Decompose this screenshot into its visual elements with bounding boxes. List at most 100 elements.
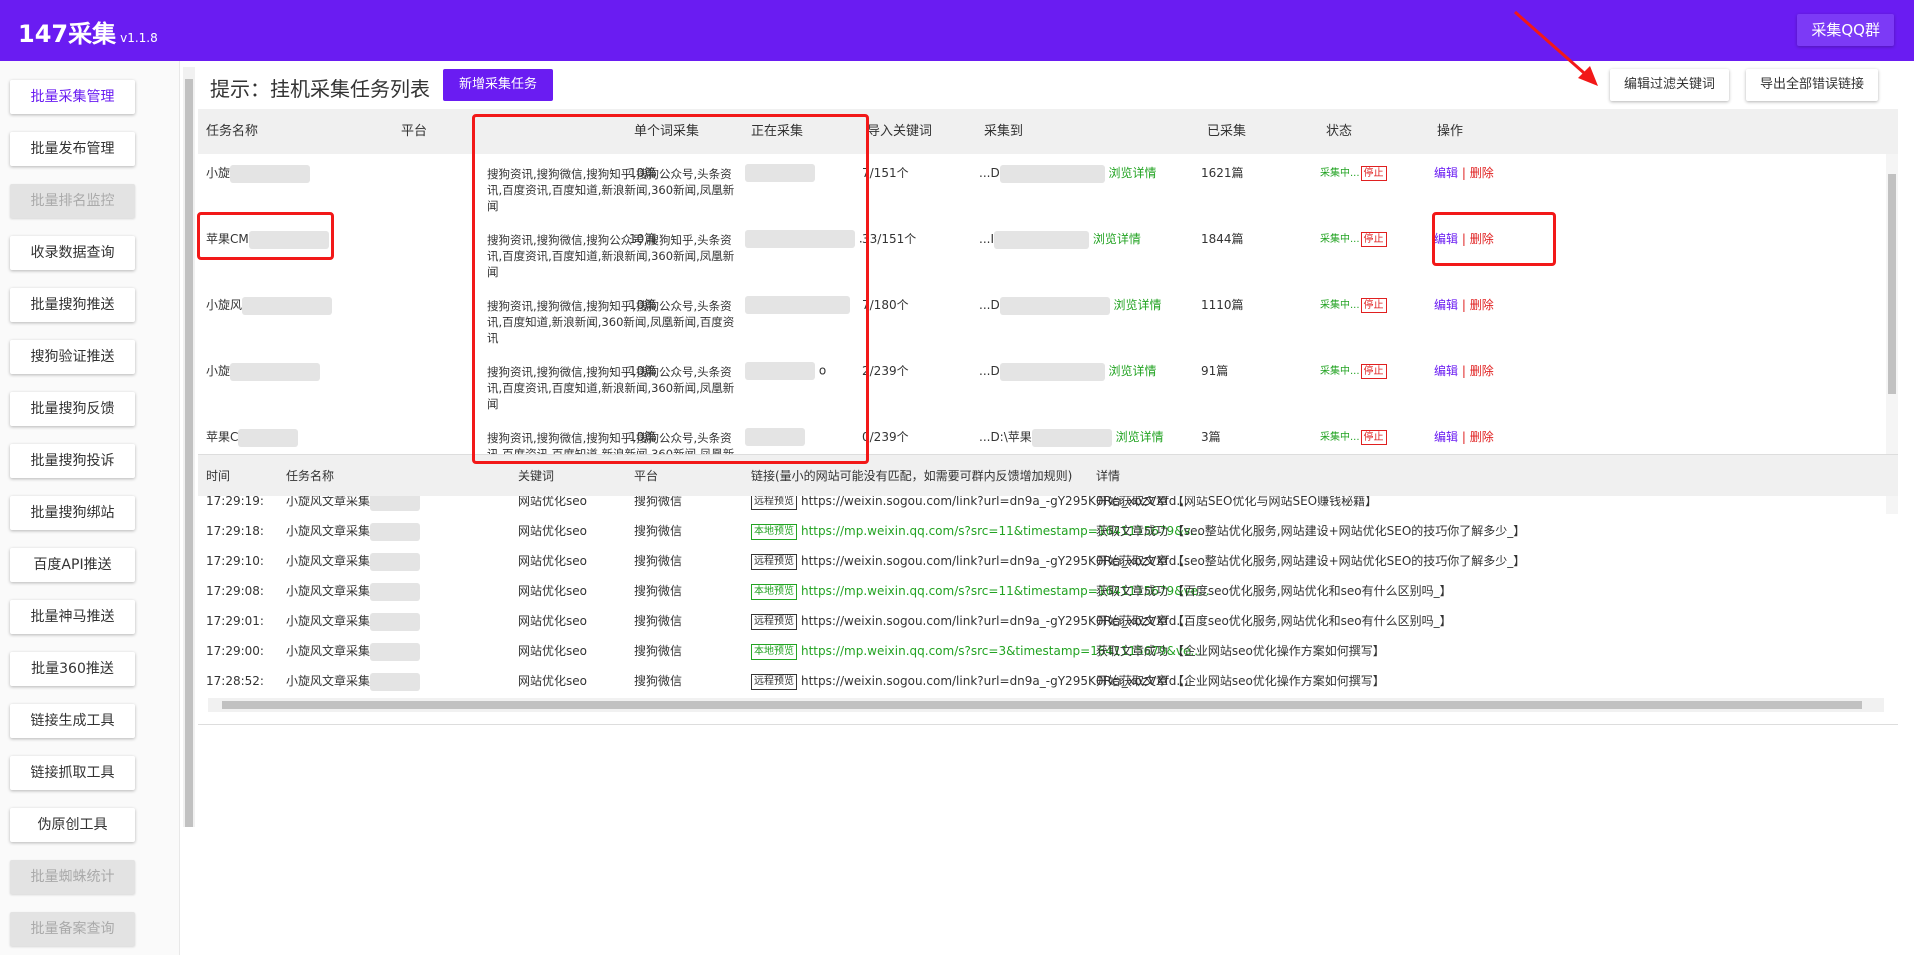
delete-link[interactable]: 删除 xyxy=(1470,166,1494,180)
task-actions: 编辑 | 删除 xyxy=(1434,164,1494,181)
sidebar-item[interactable]: 批量搜狗投诉 xyxy=(10,444,135,478)
action-separator: | xyxy=(1461,166,1466,180)
delete-link[interactable]: 删除 xyxy=(1470,298,1494,312)
log-time: 17:29:01: xyxy=(206,614,264,628)
log-detail: 开始获取文章 【seo整站优化服务,网站建设+网站优化SEO的技巧你了解多少_】 xyxy=(1096,554,1526,568)
sidebar-item[interactable]: 百度API推送 xyxy=(10,548,135,582)
stop-button[interactable]: 停止 xyxy=(1360,232,1387,247)
preview-tag[interactable]: 远程预览 xyxy=(751,613,797,630)
redacted-block xyxy=(370,642,421,661)
log-keyword: 网站优化seo xyxy=(518,614,587,628)
log-platform: 搜狗微信 xyxy=(634,496,683,508)
edit-link[interactable]: 编辑 xyxy=(1434,166,1458,180)
preview-tag[interactable]: 远程预览 xyxy=(751,496,797,510)
edit-link[interactable]: 编辑 xyxy=(1434,298,1458,312)
export-error-links-button[interactable]: 导出全部错误链接 xyxy=(1746,69,1879,101)
task-name-cell: 小旋风 xyxy=(206,296,333,315)
redacted-block xyxy=(370,496,421,511)
action-separator: | xyxy=(1461,430,1466,444)
sidebar-item[interactable]: 伪原创工具 xyxy=(10,808,135,842)
divider xyxy=(198,724,1898,725)
log-platform: 搜狗微信 xyxy=(634,584,683,598)
edit-link[interactable]: 编辑 xyxy=(1434,430,1458,444)
task-column-header: 已采集 xyxy=(1207,124,1247,139)
log-time: 17:29:00: xyxy=(206,644,264,658)
log-column-header: 详情 xyxy=(1096,469,1121,483)
stop-button[interactable]: 停止 xyxy=(1360,364,1387,379)
sidebar-item[interactable]: 链接抓取工具 xyxy=(10,756,135,790)
log-row: 17:29:18: 小旋风文章采集 网站优化seo 搜狗微信 本地预览 https://m… xyxy=(198,516,1888,546)
log-keyword: 网站优化seo xyxy=(518,524,587,538)
task-column-header: 状态 xyxy=(1326,124,1353,139)
log-row: 17:29:01: 小旋风文章采集 网站优化seo 搜狗微信 远程预览 https://w… xyxy=(198,606,1888,636)
stop-button[interactable]: 停止 xyxy=(1360,166,1387,181)
sidebar-item[interactable]: 链接生成工具 xyxy=(10,704,135,738)
view-details-link[interactable]: 浏览详情 xyxy=(1109,364,1157,378)
task-status: 采集中... 停止 xyxy=(1320,428,1387,445)
task-status: 采集中... 停止 xyxy=(1320,362,1387,379)
edit-filter-keywords-button[interactable]: 编辑过滤关键词 xyxy=(1610,69,1730,101)
sidebar-item: 批量蜘蛛统计 xyxy=(10,860,135,894)
delete-link[interactable]: 删除 xyxy=(1470,430,1494,444)
action-separator: | xyxy=(1461,364,1466,378)
preview-tag[interactable]: 本地预览 xyxy=(751,583,797,600)
sidebar-item[interactable]: 批量发布管理 xyxy=(10,132,135,166)
task-table-scrollbar-thumb[interactable] xyxy=(1888,174,1896,394)
task-actions: 编辑 | 删除 xyxy=(1434,428,1494,445)
redacted-block xyxy=(230,362,321,381)
delete-link[interactable]: 删除 xyxy=(1470,364,1494,378)
qq-group-button[interactable]: 采集QQ群 xyxy=(1797,14,1894,46)
log-horizontal-scrollbar-thumb[interactable] xyxy=(222,701,1862,709)
annotation-arrow-icon xyxy=(1514,10,1598,86)
preview-tag[interactable]: 远程预览 xyxy=(751,553,797,570)
view-details-link[interactable]: 浏览详情 xyxy=(1093,232,1141,246)
log-horizontal-scrollbar[interactable] xyxy=(208,698,1884,712)
main-panel: 提示：挂机采集任务列表 新增采集任务 编辑过滤关键词 导出全部错误链接 任务名称… xyxy=(198,61,1898,955)
sidebar-item: 批量备案查询 xyxy=(10,912,135,946)
view-details-link[interactable]: 浏览详情 xyxy=(1116,430,1164,444)
log-platform: 搜狗微信 xyxy=(634,644,683,658)
log-time: 17:29:08: xyxy=(206,584,264,598)
stop-button[interactable]: 停止 xyxy=(1360,430,1387,445)
log-keyword: 网站优化seo xyxy=(518,496,587,508)
redacted-block xyxy=(993,230,1089,249)
log-row: 17:29:10: 小旋风文章采集 网站优化seo 搜狗微信 远程预览 https://w… xyxy=(198,546,1888,576)
preview-tag[interactable]: 本地预览 xyxy=(751,643,797,660)
new-task-button[interactable]: 新增采集任务 xyxy=(443,69,554,101)
app-version: v1.1.8 xyxy=(120,31,158,45)
collect-target: ...D 浏览详情 xyxy=(979,164,1157,183)
collect-target: ...D:\苹果 浏览详情 xyxy=(979,428,1164,447)
task-column-header: 操作 xyxy=(1437,124,1464,139)
task-name-cell: 小旋 xyxy=(206,164,311,183)
sidebar-item[interactable]: 批量神马推送 xyxy=(10,600,135,634)
sidebar-scrollbar[interactable] xyxy=(183,67,195,827)
redacted-block xyxy=(370,522,421,541)
sidebar-scrollbar-thumb[interactable] xyxy=(185,79,193,827)
preview-tag[interactable]: 远程预览 xyxy=(751,673,797,690)
log-time: 17:29:10: xyxy=(206,554,264,568)
sidebar-item[interactable]: 批量搜狗反馈 xyxy=(10,392,135,426)
task-status: 采集中... 停止 xyxy=(1320,164,1387,181)
preview-tag[interactable]: 本地预览 xyxy=(751,523,797,540)
redacted-block xyxy=(1031,428,1112,447)
sidebar-item[interactable]: 批量搜狗绑站 xyxy=(10,496,135,530)
view-details-link[interactable]: 浏览详情 xyxy=(1109,166,1157,180)
collect-target: ...D 浏览详情 xyxy=(979,296,1162,315)
sidebar: 批量采集管理 批量发布管理 批量排名监控 收录数据查询 批量搜狗推送 搜狗验证推送 批量搜狗… xyxy=(0,61,180,955)
log-detail: 获取文章成功 【百度seo优化服务,网站优化和seo有什么区别吗_】 xyxy=(1096,584,1452,598)
sidebar-item[interactable]: 批量采集管理 xyxy=(10,80,135,114)
edit-link[interactable]: 编辑 xyxy=(1434,364,1458,378)
sidebar-item[interactable]: 批量搜狗推送 xyxy=(10,288,135,322)
log-detail: 开始获取文章 【网站SEO优化与网站SEO赚钱秘籍】 xyxy=(1096,496,1378,508)
imported-keywords: 33/151个 xyxy=(862,232,917,246)
task-row: 小旋风 搜狗资讯,搜狗微信,搜狗知乎,搜狗公众号,头条资讯,百度知道,新浪新闻,3… xyxy=(198,286,1878,352)
stop-button[interactable]: 停止 xyxy=(1360,298,1387,313)
sidebar-item[interactable]: 收录数据查询 xyxy=(10,236,135,270)
sidebar-item[interactable]: 搜狗验证推送 xyxy=(10,340,135,374)
task-row: 苹果CM 搜狗资讯,搜狗微信,搜狗公众号,搜狗知乎,头条资讯,百度资讯,百度知道,… xyxy=(198,220,1878,286)
collected-count: 91篇 xyxy=(1201,364,1229,378)
sidebar-item[interactable]: 批量360推送 xyxy=(10,652,135,686)
view-details-link[interactable]: 浏览详情 xyxy=(1114,298,1162,312)
redacted-block xyxy=(370,552,421,571)
log-platform: 搜狗微信 xyxy=(634,554,683,568)
